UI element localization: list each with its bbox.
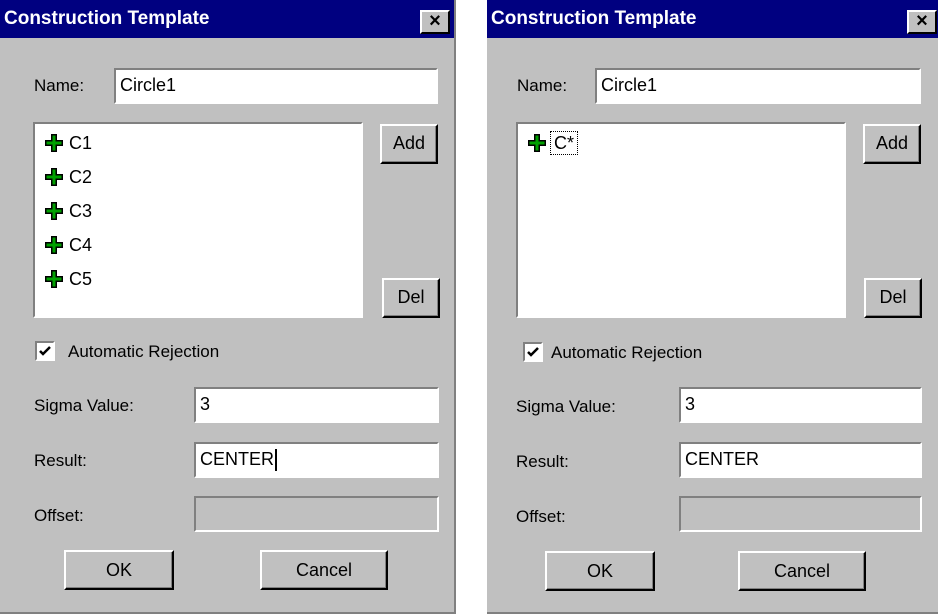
- close-icon: ×: [429, 10, 441, 32]
- result-label: Result:: [34, 451, 87, 470]
- list-item-label: C1: [69, 132, 93, 153]
- sigma-value: 3: [200, 394, 211, 414]
- result-input[interactable]: CENTER: [679, 442, 922, 478]
- dialog-title: Construction Template: [491, 8, 697, 29]
- offset-label: Offset:: [516, 507, 566, 526]
- green-plus-icon: [45, 202, 63, 221]
- automatic-rejection-label: Automatic Rejection: [551, 343, 703, 362]
- name-label: Name:: [34, 76, 85, 95]
- sigma-value: 3: [685, 394, 696, 414]
- ok-button[interactable]: OK: [545, 551, 655, 591]
- green-plus-icon: [45, 270, 63, 289]
- dialog-title: Construction Template: [4, 8, 210, 29]
- title-bar[interactable]: Construction Template ×: [0, 0, 454, 38]
- offset-input[interactable]: [679, 496, 922, 532]
- name-input[interactable]: Circle1: [114, 68, 438, 104]
- close-button[interactable]: ×: [907, 10, 937, 34]
- offset-input[interactable]: [194, 496, 439, 532]
- del-button[interactable]: Del: [864, 278, 922, 318]
- list-item[interactable]: C3: [45, 200, 92, 230]
- add-button[interactable]: Add: [380, 124, 438, 164]
- cancel-button[interactable]: Cancel: [738, 551, 866, 591]
- name-value: Circle1: [120, 75, 177, 95]
- automatic-rejection-checkbox[interactable]: [523, 342, 543, 362]
- checkmark-icon: [39, 346, 51, 356]
- add-button[interactable]: Add: [863, 124, 921, 164]
- construction-template-dialog-left: Construction Template × Name: Circle1 C1…: [0, 0, 456, 614]
- close-icon: ×: [916, 10, 928, 32]
- list-item[interactable]: C1: [45, 132, 92, 162]
- name-label: Name:: [517, 76, 568, 95]
- automatic-rejection-label: Automatic Rejection: [68, 342, 220, 361]
- green-plus-icon: [528, 134, 546, 153]
- list-item[interactable]: C2: [45, 166, 92, 196]
- ok-button[interactable]: OK: [64, 550, 174, 590]
- result-value: CENTER: [200, 449, 275, 469]
- close-button[interactable]: ×: [420, 10, 450, 34]
- title-bar[interactable]: Construction Template ×: [487, 0, 938, 38]
- offset-label: Offset:: [34, 506, 84, 525]
- list-item-label: C2: [69, 166, 93, 187]
- cancel-button[interactable]: Cancel: [260, 550, 388, 590]
- list-item-label: C5: [69, 268, 93, 289]
- list-item-label: C4: [69, 234, 93, 255]
- template-list[interactable]: C1 C2 C3 C4 C5: [33, 122, 363, 318]
- sigma-value-label: Sigma Value:: [516, 397, 616, 416]
- list-item-label: C3: [69, 200, 93, 221]
- sigma-value-label: Sigma Value:: [34, 396, 134, 415]
- sigma-value-input[interactable]: 3: [679, 387, 922, 423]
- automatic-rejection-checkbox[interactable]: [35, 341, 55, 361]
- result-input[interactable]: CENTER: [194, 442, 439, 478]
- text-caret: [275, 449, 278, 472]
- green-plus-icon: [45, 134, 63, 153]
- del-button[interactable]: Del: [382, 278, 440, 318]
- result-value: CENTER: [685, 449, 760, 469]
- green-plus-icon: [45, 168, 63, 187]
- name-input[interactable]: Circle1: [595, 68, 921, 104]
- construction-template-dialog-right: Construction Template × Name: Circle1 C*…: [487, 0, 938, 614]
- list-item-label: C*: [549, 130, 579, 155]
- checkmark-icon: [527, 347, 539, 357]
- name-value: Circle1: [601, 75, 658, 95]
- green-plus-icon: [45, 236, 63, 255]
- result-label: Result:: [516, 452, 569, 471]
- sigma-value-input[interactable]: 3: [194, 387, 439, 423]
- template-list[interactable]: C*: [516, 122, 846, 318]
- list-item[interactable]: C5: [45, 268, 92, 298]
- list-item[interactable]: C4: [45, 234, 92, 264]
- list-item[interactable]: C*: [528, 130, 579, 162]
